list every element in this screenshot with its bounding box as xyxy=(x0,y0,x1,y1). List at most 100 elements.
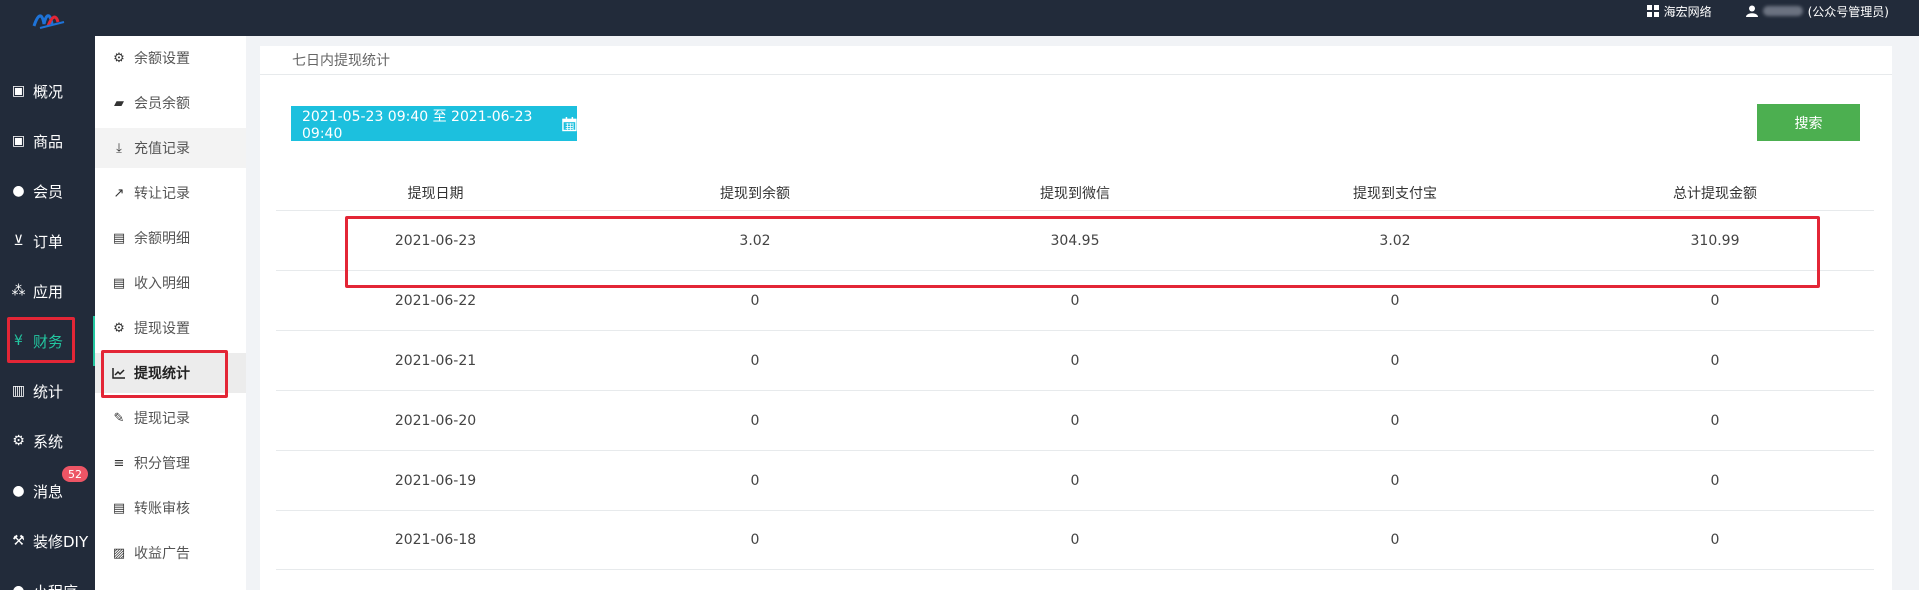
users-icon: ● xyxy=(12,183,25,199)
bar-chart-icon: ▥ xyxy=(11,383,26,399)
sidebar-item-label: 小程序 xyxy=(33,581,78,590)
cell-balance: 0 xyxy=(750,412,760,429)
date-range-value: 2021-05-23 09:40 至 2021-06-23 09:40 xyxy=(302,108,533,142)
subnav-item-label: 提现记录 xyxy=(134,411,190,427)
sidebar-item-decoration[interactable]: ⚒ 装修DIY xyxy=(0,516,95,566)
cell-total: 0 xyxy=(1710,532,1720,548)
subnav-item-label: 收入明细 xyxy=(134,276,190,292)
book-icon: ▰ xyxy=(114,95,124,111)
cell-date: 2021-06-19 xyxy=(394,472,477,489)
cell-date: 2021-06-22 xyxy=(394,292,477,309)
highlight-box-first-row xyxy=(345,216,1820,288)
sidebar-item-label: 消息 xyxy=(33,482,64,501)
cell-total: 0 xyxy=(1710,292,1720,309)
sidebar-item-label: 商品 xyxy=(33,132,64,151)
sidebar-item-miniprogram[interactable]: ● 小程序 xyxy=(0,566,95,590)
cell-wechat: 0 xyxy=(1070,532,1080,548)
brand-logo[interactable] xyxy=(30,8,70,30)
file-icon: ▤ xyxy=(112,500,126,516)
cell-alipay: 0 xyxy=(1390,532,1400,548)
sidebar-item-overview[interactable]: ▣ 概况 xyxy=(0,66,95,116)
calendar-icon xyxy=(562,116,577,131)
subnav-item-member-balance[interactable]: ▰ 会员余额 xyxy=(95,83,246,123)
sidebar-item-label: 会员 xyxy=(33,182,64,201)
user-icon xyxy=(1745,5,1758,17)
subnav-item-balance-details[interactable]: ▤ 余额明细 xyxy=(95,218,246,258)
highlight-box-finance xyxy=(7,317,75,363)
date-range-picker[interactable]: 2021-05-23 09:40 至 2021-06-23 09:40 xyxy=(291,106,577,142)
sidebar-item-label: 统计 xyxy=(33,382,64,401)
sidebar-item-apps[interactable]: ⁂ 应用 xyxy=(0,266,95,316)
user-role: (公众号管理员) xyxy=(1807,4,1889,19)
sidebar-item-label: 应用 xyxy=(33,282,64,301)
file-icon: ▤ xyxy=(112,275,126,291)
subnav-item-balance-settings[interactable]: ⚙ 余额设置 xyxy=(95,38,246,78)
subnav-item-transfer-review[interactable]: ▤ 转账审核 xyxy=(95,488,246,528)
subnav-item-points[interactable]: ≡ 积分管理 xyxy=(95,443,246,483)
sidebar-item-label: 订单 xyxy=(33,232,64,251)
cogs-icon: ⚙ xyxy=(12,433,25,449)
database-icon: ≡ xyxy=(113,455,125,471)
gear-icon: ⚙ xyxy=(113,320,125,336)
table-header: 提现日期 提现到余额 提现到微信 提现到支付宝 总计提现金额 xyxy=(276,176,1874,210)
column-header-wechat: 提现到微信 xyxy=(1040,186,1110,202)
cell-wechat: 0 xyxy=(1070,352,1080,369)
download-icon: ⤓ xyxy=(116,140,122,156)
subnav-item-label: 余额明细 xyxy=(134,231,190,247)
gear-icon: ⚙ xyxy=(113,50,125,66)
sidebar-item-members[interactable]: ● 会员 xyxy=(0,166,95,216)
cell-date: 2021-06-21 xyxy=(394,352,477,369)
cell-alipay: 0 xyxy=(1390,352,1400,369)
user-menu[interactable]: (公众号管理员) xyxy=(1745,3,1889,20)
grid-icon xyxy=(1646,5,1659,17)
app-icon: ● xyxy=(10,583,27,590)
subnav-item-transfer-records[interactable]: ↗ 转让记录 xyxy=(95,173,246,213)
file-icon: ▤ xyxy=(112,230,126,246)
cell-alipay: 0 xyxy=(1390,292,1400,309)
cell-wechat: 0 xyxy=(1070,412,1080,429)
column-header-balance: 提现到余额 xyxy=(720,186,790,202)
cell-balance: 0 xyxy=(750,532,760,548)
column-header-total: 总计提现金额 xyxy=(1673,186,1757,202)
cell-wechat: 0 xyxy=(1070,472,1080,489)
subnav-item-withdraw-records[interactable]: ✎ 提现记录 xyxy=(95,398,246,438)
pencil-icon: ✎ xyxy=(113,410,125,426)
sidebar-item-goods[interactable]: ▣ 商品 xyxy=(0,116,95,166)
subnav-item-recharge-records[interactable]: ⤓ 充值记录 xyxy=(95,128,246,168)
archive-icon: ▣ xyxy=(11,133,26,149)
company-switcher[interactable]: 海宏网络 xyxy=(1646,3,1712,20)
sidebar-item-system[interactable]: ⚙ 系统 xyxy=(0,416,95,466)
subnav-item-withdraw-settings[interactable]: ⚙ 提现设置 xyxy=(95,308,246,348)
column-header-alipay: 提现到支付宝 xyxy=(1353,186,1437,202)
image-icon: ▨ xyxy=(112,545,126,561)
primary-sidebar: ▣ 概况 ▣ 商品 ● 会员 ⊻ 订单 ⁂ 应用 ¥ 财务 ▥ 统计 ⚙ 系统 … xyxy=(0,36,96,590)
subnav-item-label: 积分管理 xyxy=(134,456,190,472)
cell-date: 2021-06-20 xyxy=(394,412,477,429)
table-row: 2021-06-18 0 0 0 0 xyxy=(276,510,1874,570)
cart-icon: ⊻ xyxy=(13,233,24,249)
subnav-item-label: 充值记录 xyxy=(134,141,190,157)
cell-alipay: 0 xyxy=(1390,472,1400,489)
gavel-icon: ⚒ xyxy=(12,533,25,549)
company-name: 海宏网络 xyxy=(1663,4,1712,19)
subnav-item-label: 会员余额 xyxy=(134,96,190,112)
subnav-item-income-ads[interactable]: ▨ 收益广告 xyxy=(95,533,246,573)
external-link-icon: ↗ xyxy=(113,185,125,201)
column-header-date: 提现日期 xyxy=(407,186,464,202)
cell-alipay: 0 xyxy=(1390,412,1400,429)
subnav-item-income-details[interactable]: ▤ 收入明细 xyxy=(95,263,246,303)
cell-balance: 0 xyxy=(750,352,760,369)
finance-subnav: ⚙ 余额设置 ▰ 会员余额 ⤓ 充值记录 ↗ 转让记录 ▤ 余额明细 ▤ 收入明… xyxy=(95,36,246,590)
sidebar-item-orders[interactable]: ⊻ 订单 xyxy=(0,216,95,266)
subnav-item-label: 转账审核 xyxy=(134,501,190,517)
comment-icon: ● xyxy=(12,483,25,499)
sidebar-item-statistics[interactable]: ▥ 统计 xyxy=(0,366,95,416)
archive-icon: ▣ xyxy=(11,83,26,99)
cell-total: 0 xyxy=(1710,472,1720,489)
subnav-item-label: 转让记录 xyxy=(134,186,190,202)
sidebar-item-label: 概况 xyxy=(33,82,64,101)
sidebar-item-label: 系统 xyxy=(33,432,64,451)
search-button[interactable]: 搜索 xyxy=(1757,104,1860,141)
cell-total: 0 xyxy=(1710,352,1720,369)
sidebar-item-messages[interactable]: ● 消息 xyxy=(0,466,95,516)
